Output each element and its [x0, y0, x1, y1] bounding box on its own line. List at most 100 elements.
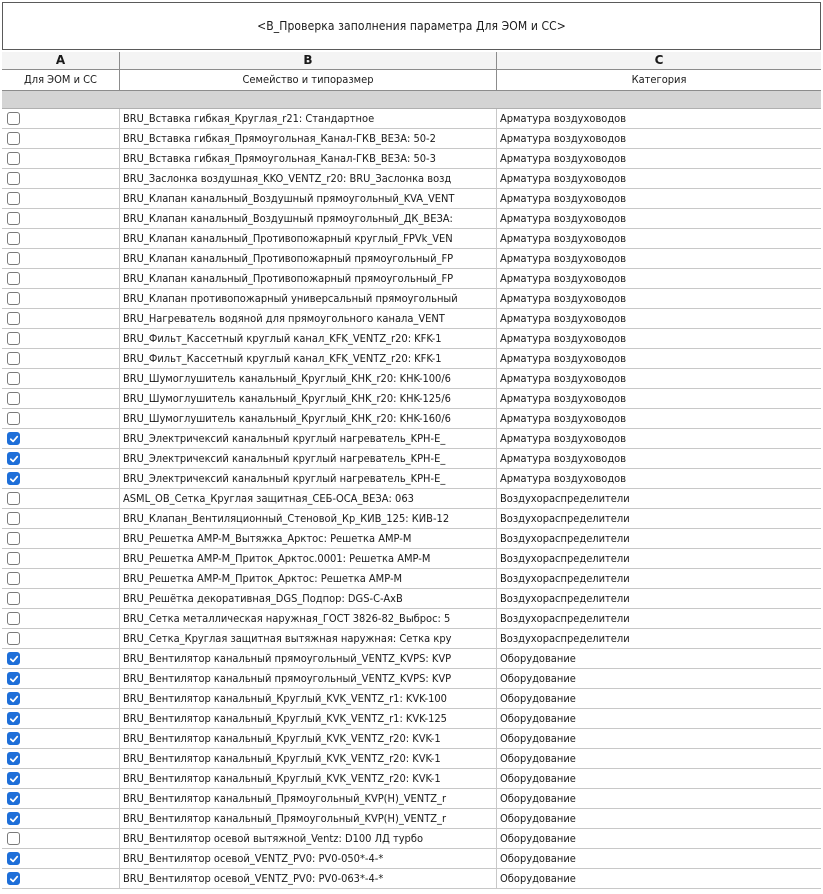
table-row[interactable]: BRU_Вставка гибкая_Прямоугольная_Канал-Г…	[2, 129, 821, 149]
family-type-cell[interactable]: BRU_Вентилятор канальный_Круглый_KVK_VEN…	[120, 709, 497, 729]
table-row[interactable]: ASML_OB_Сетка_Круглая защитная_СЕБ-ОСА_В…	[2, 489, 821, 509]
table-row[interactable]: BRU_Шумоглушитель канальный_Круглый_KHK_…	[2, 369, 821, 389]
row-checkbox[interactable]	[7, 172, 20, 185]
category-cell[interactable]: Воздухораспределители	[497, 529, 821, 549]
category-cell[interactable]: Арматура воздуховодов	[497, 209, 821, 229]
table-row[interactable]: BRU_Клапан канальный_Воздушный прямоугол…	[2, 209, 821, 229]
row-checkbox[interactable]	[7, 152, 20, 165]
category-cell[interactable]: Оборудование	[497, 789, 821, 809]
category-cell[interactable]: Арматура воздуховодов	[497, 169, 821, 189]
column-header-category[interactable]: Категория	[497, 70, 821, 91]
category-cell[interactable]: Арматура воздуховодов	[497, 449, 821, 469]
column-letter-b[interactable]: B	[120, 52, 497, 70]
row-checkbox[interactable]	[7, 112, 20, 125]
table-row[interactable]: BRU_Вентилятор канальный_Круглый_KVK_VEN…	[2, 709, 821, 729]
row-checkbox[interactable]	[7, 432, 20, 445]
table-row[interactable]: BRU_Фильт_Кассетный круглый канал_KFK_VE…	[2, 329, 821, 349]
table-row[interactable]: BRU_Вентилятор канальный прямоугольный_V…	[2, 669, 821, 689]
row-checkbox[interactable]	[7, 652, 20, 665]
row-checkbox[interactable]	[7, 452, 20, 465]
family-type-cell[interactable]: BRU_Заслонка воздушная_KKO_VENTZ_r20: BR…	[120, 169, 497, 189]
category-cell[interactable]: Оборудование	[497, 849, 821, 869]
category-cell[interactable]: Арматура воздуховодов	[497, 429, 821, 449]
row-checkbox[interactable]	[7, 792, 20, 805]
table-row[interactable]: BRU_Клапан канальный_Противопожарный кру…	[2, 229, 821, 249]
row-checkbox[interactable]	[7, 392, 20, 405]
table-row[interactable]: BRU_Решётка декоративная_DGS_Подпор: DGS…	[2, 589, 821, 609]
category-cell[interactable]: Воздухораспределители	[497, 569, 821, 589]
category-cell[interactable]: Арматура воздуховодов	[497, 149, 821, 169]
category-cell[interactable]: Арматура воздуховодов	[497, 249, 821, 269]
family-type-cell[interactable]: BRU_Шумоглушитель канальный_Круглый_KHK_…	[120, 369, 497, 389]
category-cell[interactable]: Арматура воздуховодов	[497, 349, 821, 369]
family-type-cell[interactable]: BRU_Клапан канальный_Воздушный прямоугол…	[120, 189, 497, 209]
table-row[interactable]: BRU_Вентилятор канальный_Круглый_KVK_VEN…	[2, 749, 821, 769]
category-cell[interactable]: Арматура воздуховодов	[497, 369, 821, 389]
family-type-cell[interactable]: BRU_Решетка AMP-M_Приток_Арктос.0001: Ре…	[120, 549, 497, 569]
row-checkbox[interactable]	[7, 372, 20, 385]
table-row[interactable]: BRU_Клапан канальный_Противопожарный пря…	[2, 269, 821, 289]
family-type-cell[interactable]: BRU_Электричексий канальный круглый нагр…	[120, 469, 497, 489]
table-row[interactable]: BRU_Вентилятор канальный_Круглый_KVK_VEN…	[2, 769, 821, 789]
table-row[interactable]: BRU_Клапан противопожарный универсальный…	[2, 289, 821, 309]
row-checkbox[interactable]	[7, 332, 20, 345]
category-cell[interactable]: Оборудование	[497, 729, 821, 749]
family-type-cell[interactable]: BRU_Вставка гибкая_Прямоугольная_Канал-Г…	[120, 149, 497, 169]
table-row[interactable]: BRU_Решетка AMP-M_Вытяжка_Арктос: Решетк…	[2, 529, 821, 549]
row-checkbox[interactable]	[7, 812, 20, 825]
row-checkbox[interactable]	[7, 852, 20, 865]
category-cell[interactable]: Арматура воздуховодов	[497, 389, 821, 409]
category-cell[interactable]: Воздухораспределители	[497, 509, 821, 529]
family-type-cell[interactable]: BRU_Клапан канальный_Противопожарный кру…	[120, 229, 497, 249]
category-cell[interactable]: Арматура воздуховодов	[497, 129, 821, 149]
category-cell[interactable]: Воздухораспределители	[497, 629, 821, 649]
category-cell[interactable]: Воздухораспределители	[497, 489, 821, 509]
family-type-cell[interactable]: BRU_Сетка_Круглая защитная вытяжная нару…	[120, 629, 497, 649]
row-checkbox[interactable]	[7, 472, 20, 485]
table-row[interactable]: BRU_Электричексий канальный круглый нагр…	[2, 429, 821, 449]
table-row[interactable]: BRU_Вентилятор канальный_Круглый_KVK_VEN…	[2, 689, 821, 709]
column-letter-a[interactable]: A	[2, 52, 120, 70]
row-checkbox[interactable]	[7, 132, 20, 145]
family-type-cell[interactable]: BRU_Шумоглушитель канальный_Круглый_KHK_…	[120, 389, 497, 409]
family-type-cell[interactable]: BRU_Электричексий канальный круглый нагр…	[120, 449, 497, 469]
family-type-cell[interactable]: BRU_Сетка металлическая наружная_ГОСТ 38…	[120, 609, 497, 629]
table-row[interactable]: BRU_Электричексий канальный круглый нагр…	[2, 469, 821, 489]
category-cell[interactable]: Воздухораспределители	[497, 549, 821, 569]
family-type-cell[interactable]: BRU_Вентилятор осевой_VENTZ_PV0: PV0-063…	[120, 869, 497, 889]
category-cell[interactable]: Оборудование	[497, 829, 821, 849]
row-checkbox[interactable]	[7, 712, 20, 725]
family-type-cell[interactable]: BRU_Решётка декоративная_DGS_Подпор: DGS…	[120, 589, 497, 609]
table-row[interactable]: BRU_Вставка гибкая_Прямоугольная_Канал-Г…	[2, 149, 821, 169]
category-cell[interactable]: Арматура воздуховодов	[497, 109, 821, 129]
table-row[interactable]: BRU_Решетка AMP-M_Приток_Арктос.0001: Ре…	[2, 549, 821, 569]
row-checkbox[interactable]	[7, 192, 20, 205]
family-type-cell[interactable]: BRU_Клапан канальный_Противопожарный пря…	[120, 249, 497, 269]
family-type-cell[interactable]: BRU_Вентилятор канальный_Круглый_KVK_VEN…	[120, 749, 497, 769]
table-row[interactable]: BRU_Вентилятор канальный_Прямоугольный_K…	[2, 809, 821, 829]
table-row[interactable]: BRU_Шумоглушитель канальный_Круглый_KHK_…	[2, 409, 821, 429]
table-row[interactable]: BRU_Вентилятор осевой вытяжной_Ventz: D1…	[2, 829, 821, 849]
table-row[interactable]: BRU_Сетка_Круглая защитная вытяжная нару…	[2, 629, 821, 649]
row-checkbox[interactable]	[7, 412, 20, 425]
row-checkbox[interactable]	[7, 232, 20, 245]
family-type-cell[interactable]: BRU_Вентилятор канальный_Прямоугольный_K…	[120, 809, 497, 829]
family-type-cell[interactable]: BRU_Фильт_Кассетный круглый канал_KFK_VE…	[120, 349, 497, 369]
row-checkbox[interactable]	[7, 512, 20, 525]
family-type-cell[interactable]: BRU_Шумоглушитель канальный_Круглый_KHK_…	[120, 409, 497, 429]
row-checkbox[interactable]	[7, 872, 20, 885]
family-type-cell[interactable]: BRU_Клапан_Вентиляционный_Стеновой_Кр_КИ…	[120, 509, 497, 529]
row-checkbox[interactable]	[7, 832, 20, 845]
row-checkbox[interactable]	[7, 352, 20, 365]
category-cell[interactable]: Арматура воздуховодов	[497, 229, 821, 249]
row-checkbox[interactable]	[7, 272, 20, 285]
family-type-cell[interactable]: BRU_Вентилятор канальный прямоугольный_V…	[120, 649, 497, 669]
family-type-cell[interactable]: BRU_Клапан канальный_Противопожарный пря…	[120, 269, 497, 289]
table-row[interactable]: BRU_Вентилятор канальный_Прямоугольный_K…	[2, 789, 821, 809]
row-checkbox[interactable]	[7, 632, 20, 645]
row-checkbox[interactable]	[7, 212, 20, 225]
table-row[interactable]: BRU_Вентилятор осевой_VENTZ_PV0: PV0-050…	[2, 849, 821, 869]
category-cell[interactable]: Оборудование	[497, 689, 821, 709]
table-row[interactable]: BRU_Вставка гибкая_Круглая_r21: Стандарт…	[2, 109, 821, 129]
category-cell[interactable]: Арматура воздуховодов	[497, 289, 821, 309]
